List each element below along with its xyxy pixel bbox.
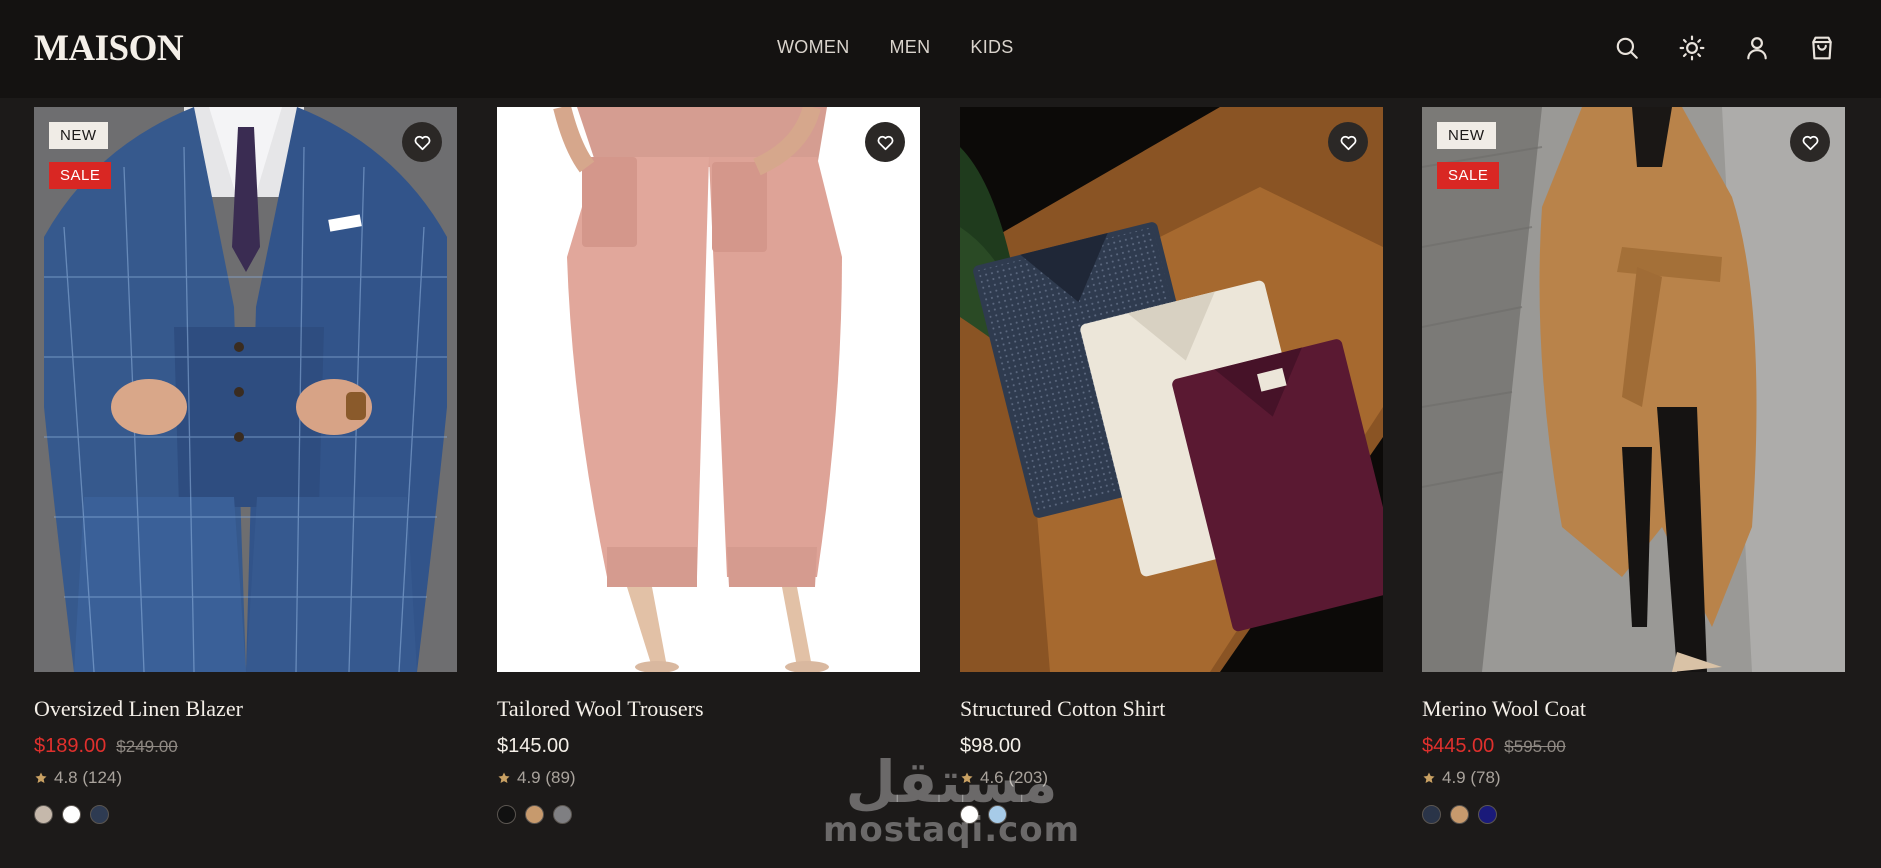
- main-nav: WOMEN MEN KIDS: [777, 37, 1014, 58]
- swatch-camel[interactable]: [1450, 805, 1469, 824]
- search-icon[interactable]: [1613, 34, 1641, 62]
- logo[interactable]: MAISON: [34, 27, 184, 70]
- wishlist-button[interactable]: [1790, 122, 1830, 162]
- swatch-grey[interactable]: [553, 805, 572, 824]
- badge-sale: SALE: [49, 162, 112, 189]
- nav-kids[interactable]: KIDS: [970, 37, 1013, 58]
- product-image-trousers[interactable]: [497, 107, 920, 672]
- swatch-black[interactable]: [497, 805, 516, 824]
- watermark-arabic: مستقل: [845, 748, 1058, 816]
- star-icon: [498, 772, 510, 784]
- product-card-blazer[interactable]: NEW SALE Oversized Linen Blazer $189.00 …: [34, 107, 457, 824]
- rating: 4.9 (78): [1422, 768, 1501, 788]
- price: $145.00: [497, 735, 570, 757]
- badge-new: NEW: [1437, 122, 1496, 149]
- heart-icon: [414, 135, 430, 150]
- product-image-coat[interactable]: NEW SALE: [1422, 107, 1845, 672]
- swatch-camel[interactable]: [525, 805, 544, 824]
- product-name[interactable]: Structured Cotton Shirt: [960, 696, 1165, 722]
- product-name[interactable]: Merino Wool Coat: [1422, 696, 1586, 722]
- swatch-beige[interactable]: [34, 805, 53, 824]
- watermark-latin: mostaqi.com: [823, 810, 1081, 850]
- product-name[interactable]: Tailored Wool Trousers: [497, 696, 704, 722]
- price-sale: $189.00: [34, 735, 107, 757]
- heart-icon: [1802, 135, 1818, 150]
- bag-icon[interactable]: [1808, 34, 1836, 62]
- rating-text: 4.9 (89): [517, 768, 576, 787]
- color-swatches: [1422, 805, 1497, 824]
- color-swatches: [34, 805, 109, 824]
- swatch-navy[interactable]: [90, 805, 109, 824]
- price-row: $445.00 $595.00: [1422, 735, 1566, 758]
- rating: 4.9 (89): [497, 768, 576, 788]
- wishlist-button[interactable]: [1328, 122, 1368, 162]
- swatch-white[interactable]: [62, 805, 81, 824]
- star-icon: [1423, 772, 1435, 784]
- product-card-trousers[interactable]: Tailored Wool Trousers $145.00 4.9 (89): [497, 107, 920, 824]
- heart-icon: [1340, 135, 1356, 150]
- star-icon: [35, 772, 47, 784]
- heart-icon: [877, 135, 893, 150]
- badge-sale: SALE: [1437, 162, 1500, 189]
- product-card-shirt[interactable]: Structured Cotton Shirt $98.00 4.6 (203): [960, 107, 1383, 824]
- rating-text: 4.9 (78): [1442, 768, 1501, 787]
- product-name[interactable]: Oversized Linen Blazer: [34, 696, 243, 722]
- product-image-blazer[interactable]: NEW SALE: [34, 107, 457, 672]
- nav-women[interactable]: WOMEN: [777, 37, 850, 58]
- badge-new: NEW: [49, 122, 108, 149]
- nav-men[interactable]: MEN: [890, 37, 931, 58]
- wishlist-button[interactable]: [865, 122, 905, 162]
- top-bar: MAISON WOMEN MEN KIDS: [0, 0, 1881, 98]
- product-image-shirt[interactable]: [960, 107, 1383, 672]
- price-original: $249.00: [116, 737, 178, 756]
- price-original: $595.00: [1504, 737, 1566, 756]
- price-row: $145.00: [497, 735, 569, 758]
- header-actions: [1613, 34, 1836, 62]
- color-swatches: [497, 805, 572, 824]
- rating: 4.8 (124): [34, 768, 122, 788]
- swatch-blue[interactable]: [1478, 805, 1497, 824]
- user-icon[interactable]: [1743, 34, 1771, 62]
- product-card-coat[interactable]: NEW SALE Merino Wool Coat $445.00 $595.0…: [1422, 107, 1845, 824]
- price-sale: $445.00: [1422, 735, 1495, 757]
- swatch-navy[interactable]: [1422, 805, 1441, 824]
- sun-icon[interactable]: [1678, 34, 1706, 62]
- price-row: $189.00 $249.00: [34, 735, 178, 758]
- wishlist-button[interactable]: [402, 122, 442, 162]
- watermark: مستقل mostaqi.com: [823, 752, 1080, 848]
- rating-text: 4.8 (124): [54, 768, 123, 787]
